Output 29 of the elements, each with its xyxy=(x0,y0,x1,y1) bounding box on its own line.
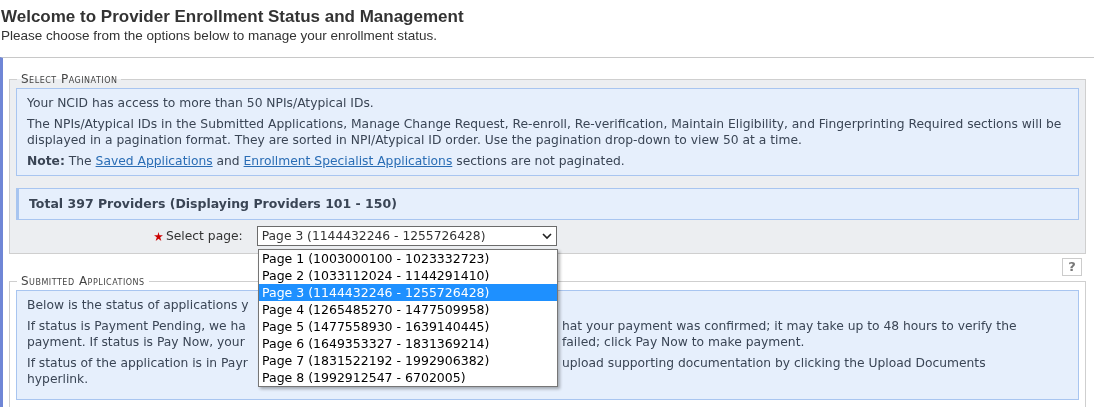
page-option[interactable]: Page 6 (1649353327 - 1831369214) xyxy=(259,335,557,352)
info-text: Your NCID has access to more than 50 NPIs/Atypical IDs. xyxy=(27,95,375,111)
page-option[interactable]: Page 4 (1265485270 - 1477509958) xyxy=(259,301,557,318)
status-text: Below is the status of applications y xyxy=(27,297,250,313)
total-banner: Total 397 Providers (Displaying Providers 101 - 150) xyxy=(16,188,1079,220)
status-text: hyperlink. xyxy=(27,371,90,387)
note-text: Note: The Saved Applications and Enrollment Specialist Applications sections are not paginated. xyxy=(27,153,626,169)
page-option[interactable]: Page 2 (1033112024 - 1144291410) xyxy=(259,267,557,284)
page-option[interactable]: Page 8 (1992912547 - 6702005) xyxy=(259,369,557,386)
page-select[interactable]: Page 3 (1144432246 - 1255726428) xyxy=(256,226,557,246)
section-link[interactable]: Enrollment Specialist Applications xyxy=(243,154,453,168)
status-text: If status is Payment Pending, we ha xyxy=(27,318,247,334)
status-text: payment. If status is Pay Now, your xyxy=(27,334,246,350)
help-button[interactable]: ? xyxy=(1062,258,1082,276)
page-option[interactable]: Page 5 (1477558930 - 1639140445) xyxy=(259,318,557,335)
status-text: upload supporting documentation by clicking the Upload Documents xyxy=(562,355,986,371)
page-title: Welcome to Provider Enrollment Status and Management xyxy=(1,6,465,28)
page-option[interactable]: Page 7 (1831522192 - 1992906382) xyxy=(259,352,557,369)
section-legend: Submitted Applications xyxy=(17,272,149,290)
info-text: The NPIs/Atypical IDs in the Submitted Applications, Manage Change Request, Re-enroll, Re-verification, Maintain Eligibility, and Fingerprinting Required sections will be displayed in a pagination format. They are sorted in NPI/Atypical ID order. Use the pagination drop-down to view 50 at a time. xyxy=(27,116,1063,148)
status-text: If status of the application is in Payr xyxy=(27,355,249,371)
chevron-icon xyxy=(541,232,552,240)
section-link[interactable]: Saved Applications xyxy=(95,154,213,168)
page-option[interactable]: Page 1 (1003000100 - 1023332723) xyxy=(259,250,557,267)
section-legend: Select Pagination xyxy=(17,70,122,88)
status-text: hat your payment was confirmed; it may take up to 48 hours to verify the xyxy=(562,318,1017,334)
page-subtitle: Please choose from the options below to manage your enrollment status. xyxy=(1,28,438,44)
select-label: Select page: xyxy=(166,227,243,245)
status-text: failed; click Pay Now to make payment. xyxy=(562,334,806,350)
